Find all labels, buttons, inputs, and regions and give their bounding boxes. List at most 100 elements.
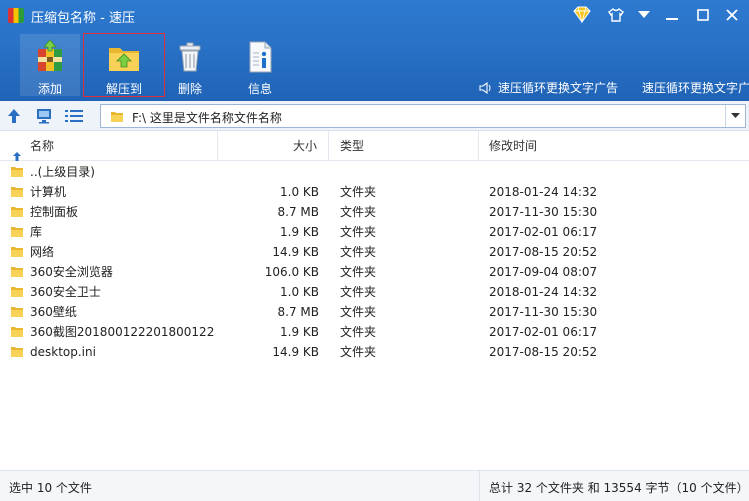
file-date: 2017-02-01 06:17 <box>489 325 598 339</box>
file-name: desktop.ini <box>30 345 96 359</box>
top-banner: 压缩包名称 - 速压 添加 解压到 删除 信息 速压循环更换文字广告 速压循环更… <box>0 0 749 101</box>
speaker-icon <box>479 81 493 97</box>
file-name: 360安全浏览器 <box>30 265 113 279</box>
folder-icon <box>10 285 24 301</box>
file-type <box>340 162 470 182</box>
file-date: 2017-02-01 06:17 <box>489 225 598 239</box>
file-date: 2017-08-15 20:52 <box>489 245 598 259</box>
column-header-name[interactable]: 名称 <box>0 131 218 161</box>
file-size: 1.9 KB <box>280 225 319 239</box>
close-icon[interactable] <box>720 4 744 26</box>
file-date: 2018-01-24 14:32 <box>489 185 598 199</box>
file-size: 14.9 KB <box>272 245 319 259</box>
table-row[interactable]: 计算机 1.0 KB 文件夹 2018-01-24 14:32 <box>0 182 749 202</box>
folder-icon <box>10 165 24 181</box>
extract-to-button[interactable]: 解压到 <box>83 33 165 97</box>
file-type: 文件夹 <box>340 205 377 219</box>
info-label: 信息 <box>247 82 272 96</box>
toolbar: 添加 解压到 删除 信息 <box>0 30 749 101</box>
folder-icon <box>10 305 24 321</box>
column-header-name-label: 名称 <box>30 139 55 153</box>
ad-text-2: 速压循环更换文字广告 <box>642 81 749 95</box>
extract-label: 解压到 <box>105 82 142 96</box>
chevron-down-icon[interactable] <box>632 4 656 26</box>
file-size: 8.7 MB <box>277 305 319 319</box>
folder-icon <box>110 110 124 126</box>
table-row[interactable]: 网络 14.9 KB 文件夹 2017-08-15 20:52 <box>0 242 749 262</box>
file-name: 控制面板 <box>30 205 79 219</box>
window-title: 压缩包名称 - 速压 <box>31 11 135 26</box>
folder-icon <box>10 205 24 221</box>
file-name: 360截图2018001222018001222... <box>30 325 214 339</box>
file-list: 名称 大小 类型 修改时间 ..(上级目录) 计算机 1.0 KB 文件夹 2018-0… <box>0 131 749 470</box>
file-type: 文件夹 <box>340 345 377 359</box>
ad-link-1[interactable]: 速压循环更换文字广告 <box>479 79 618 97</box>
add-label: 添加 <box>37 82 62 96</box>
table-row[interactable]: 360安全卫士 1.0 KB 文件夹 2018-01-24 14:32 <box>0 282 749 302</box>
folder-icon <box>10 185 24 201</box>
ad-text-1: 速压循环更换文字广告 <box>498 81 619 95</box>
file-size <box>218 162 319 182</box>
diamond-icon[interactable] <box>570 4 594 26</box>
info-document-icon <box>242 39 278 75</box>
navigation-bar: F:\ 这里是文件名称文件名称 <box>0 101 749 131</box>
status-selection: 选中 10 个文件 <box>9 481 92 495</box>
app-logo-icon <box>8 8 24 23</box>
column-header-size[interactable]: 大小 <box>218 131 329 161</box>
delete-label: 删除 <box>177 82 202 96</box>
file-size: 1.0 KB <box>280 185 319 199</box>
file-date <box>489 162 739 182</box>
file-date: 2017-11-30 15:30 <box>489 305 598 319</box>
file-name: 360壁纸 <box>30 305 77 319</box>
table-row[interactable]: 360截图2018001222018001222... 1.9 KB 文件夹 2017… <box>0 322 749 342</box>
folder-icon <box>10 345 24 361</box>
table-row[interactable]: desktop.ini 14.9 KB 文件夹 2017-08-15 20:52 <box>0 342 749 362</box>
delete-button[interactable]: 删除 <box>160 34 220 96</box>
add-button[interactable]: 添加 <box>20 34 80 96</box>
file-type: 文件夹 <box>340 225 377 239</box>
list-header: 名称 大小 类型 修改时间 <box>0 131 749 161</box>
table-row[interactable]: 库 1.9 KB 文件夹 2017-02-01 06:17 <box>0 222 749 242</box>
table-row[interactable]: 360壁纸 8.7 MB 文件夹 2017-11-30 15:30 <box>0 302 749 322</box>
file-size: 1.9 KB <box>280 325 319 339</box>
address-bar[interactable]: F:\ 这里是文件名称文件名称 <box>100 104 746 128</box>
table-row[interactable]: ..(上级目录) <box>0 162 749 182</box>
status-divider <box>479 471 480 501</box>
computer-icon[interactable] <box>34 106 54 126</box>
up-arrow-icon[interactable] <box>4 106 24 126</box>
file-type: 文件夹 <box>340 245 377 259</box>
file-name: 网络 <box>30 245 55 259</box>
file-date: 2017-09-04 08:07 <box>489 265 598 279</box>
file-type: 文件夹 <box>340 305 377 319</box>
shirt-icon[interactable] <box>604 4 628 26</box>
folder-icon <box>10 245 24 261</box>
column-header-type[interactable]: 类型 <box>329 131 479 161</box>
file-type: 文件夹 <box>340 285 377 299</box>
file-type: 文件夹 <box>340 265 377 279</box>
trash-icon <box>172 39 208 75</box>
file-date: 2017-11-30 15:30 <box>489 205 598 219</box>
maximize-icon[interactable] <box>691 4 715 26</box>
list-view-icon[interactable] <box>64 106 84 126</box>
status-summary: 总计 32 个文件夹 和 13554 字节（10 个文件） <box>489 481 749 495</box>
file-size: 8.7 MB <box>277 205 319 219</box>
file-date: 2017-08-15 20:52 <box>489 345 598 359</box>
file-name: 计算机 <box>30 185 67 199</box>
folder-icon <box>10 225 24 241</box>
file-type: 文件夹 <box>340 185 377 199</box>
file-type: 文件夹 <box>340 325 377 339</box>
file-name: 库 <box>30 225 43 239</box>
file-size: 1.0 KB <box>280 285 319 299</box>
archive-books-icon <box>32 39 68 75</box>
ad-link-2[interactable]: 速压循环更换文字广告 <box>642 79 749 96</box>
column-header-date[interactable]: 修改时间 <box>479 131 749 161</box>
address-dropdown-chevron-icon[interactable] <box>725 105 745 127</box>
file-date: 2018-01-24 14:32 <box>489 285 598 299</box>
table-row[interactable]: 控制面板 8.7 MB 文件夹 2017-11-30 15:30 <box>0 202 749 222</box>
file-name: 360安全卫士 <box>30 285 101 299</box>
info-button[interactable]: 信息 <box>230 34 290 96</box>
folder-icon <box>10 265 24 281</box>
address-path: F:\ 这里是文件名称文件名称 <box>132 111 282 125</box>
table-row[interactable]: 360安全浏览器 106.0 KB 文件夹 2017-09-04 08:07 <box>0 262 749 282</box>
minimize-icon[interactable] <box>660 4 684 26</box>
